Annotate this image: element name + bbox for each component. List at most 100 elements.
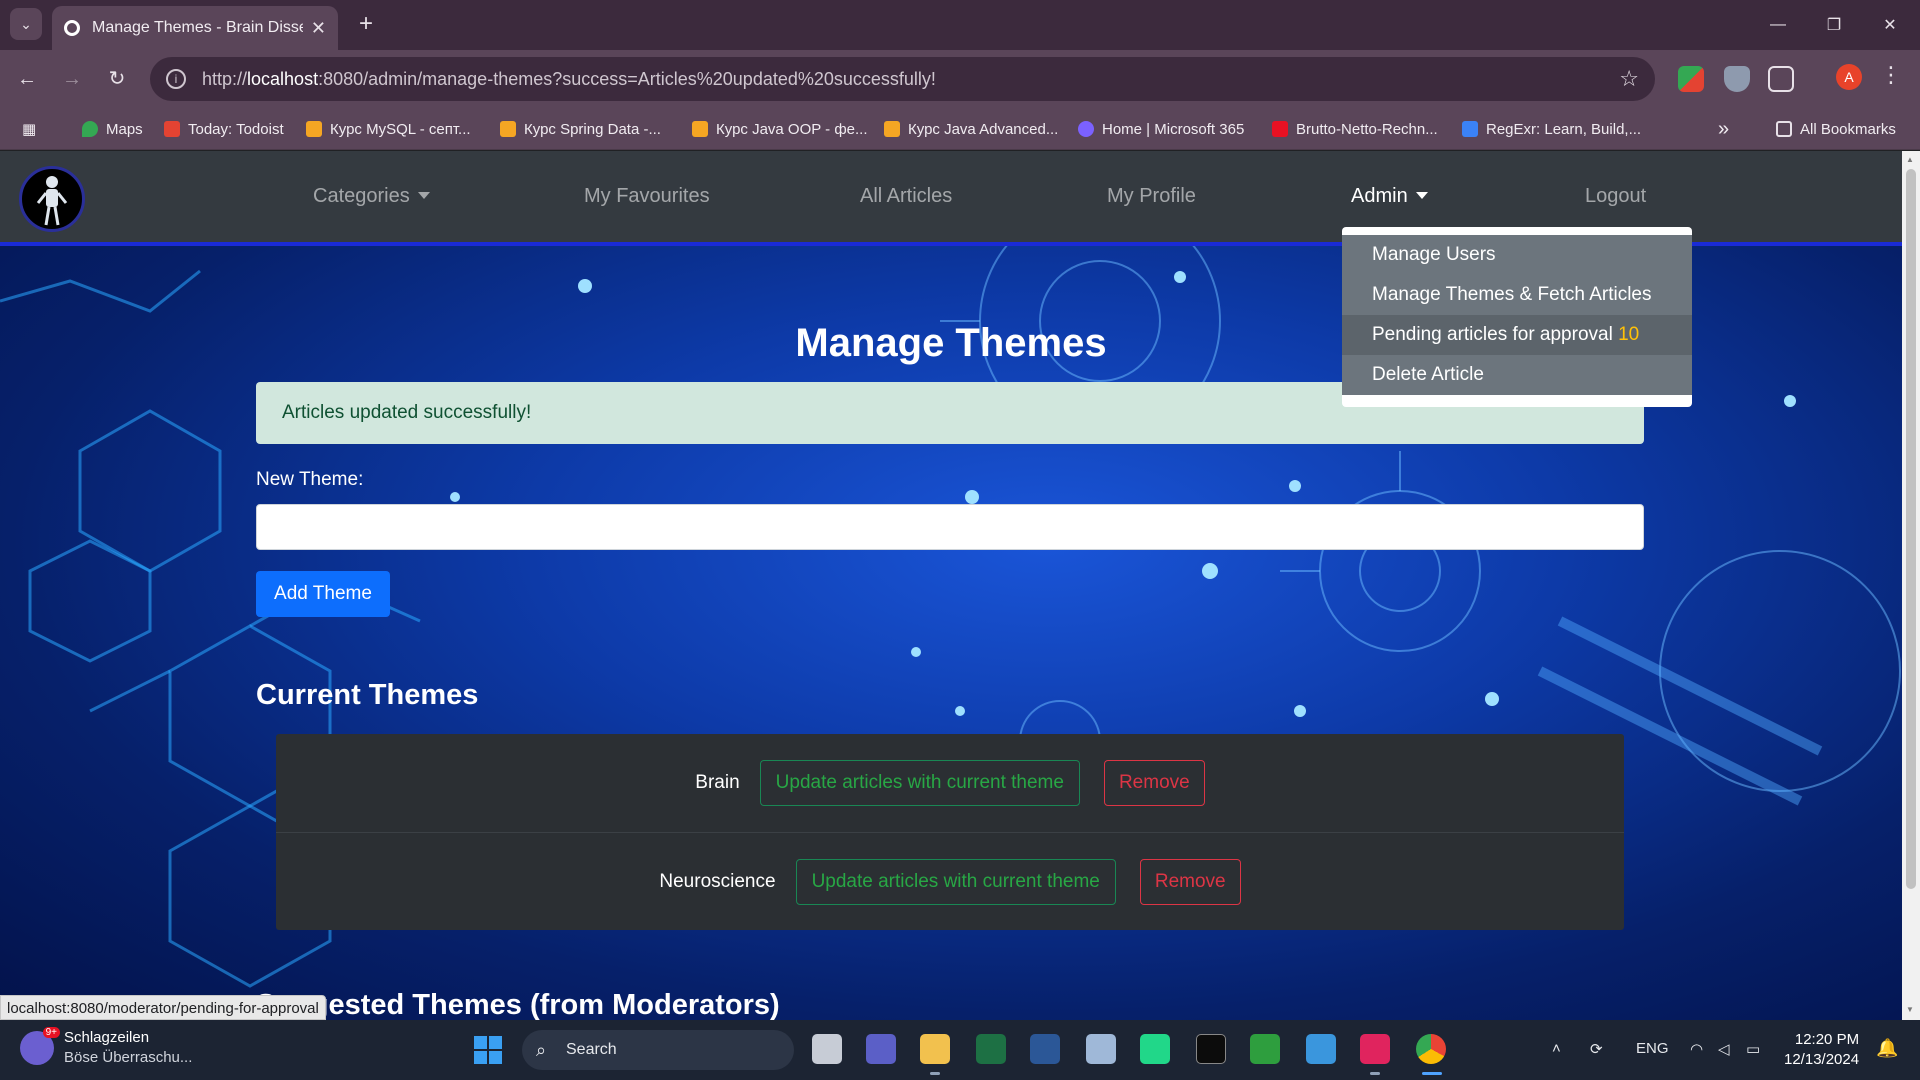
clock-time: 12:20 PM	[1794, 1031, 1860, 1048]
sync-icon[interactable]: ⟳	[1590, 1040, 1603, 1058]
scrollbar-thumb[interactable]	[1906, 169, 1916, 889]
menu-item-manage-themes[interactable]: Manage Themes & Fetch Articles	[1342, 275, 1692, 315]
nav-categories[interactable]: Categories	[313, 185, 430, 208]
chevron-down-icon	[417, 192, 430, 199]
site-info-icon[interactable]: i	[166, 69, 186, 89]
wifi-icon[interactable]: ◠	[1690, 1040, 1703, 1058]
bookmark-spring-data[interactable]: Курс Spring Data -...	[500, 118, 661, 140]
excel-icon[interactable]	[976, 1034, 1006, 1064]
word-icon[interactable]	[1030, 1034, 1060, 1064]
all-bookmarks[interactable]: All Bookmarks	[1776, 118, 1896, 140]
browser-toolbar: ← → ↻ i http://localhost:8080/admin/mana…	[0, 50, 1920, 108]
teams-icon[interactable]	[866, 1034, 896, 1064]
bookmark-microsoft-365[interactable]: Home | Microsoft 365	[1078, 118, 1244, 140]
tab-search-button[interactable]: ⌄	[10, 8, 42, 40]
clock-date: 12/13/2024	[1784, 1051, 1860, 1068]
shield-extension-icon[interactable]	[1724, 66, 1750, 92]
tab-title: Manage Themes - Brain Dissect	[92, 19, 303, 36]
file-explorer-icon[interactable]	[920, 1034, 950, 1064]
robot-figure-icon	[36, 176, 68, 226]
add-theme-button[interactable]: Add Theme	[256, 571, 390, 617]
news-text: Schlagzeilen Böse Überraschu...	[64, 1028, 192, 1068]
tab-close-icon[interactable]: ✕	[311, 18, 326, 39]
notification-bell-icon[interactable]: 🔔	[1876, 1038, 1898, 1059]
theme-name: Neuroscience	[659, 870, 776, 892]
menu-item-pending-articles[interactable]: Pending articles for approval 10	[1342, 315, 1692, 355]
tray-overflow-icon[interactable]: ˄	[1552, 1040, 1561, 1057]
bookmark-maps[interactable]: Maps	[82, 118, 143, 140]
running-indicator	[1370, 1072, 1380, 1075]
update-articles-button[interactable]: Update articles with current theme	[795, 858, 1116, 905]
news-title: Schlagzeilen	[64, 1029, 150, 1046]
bookmark-java-advanced[interactable]: Курс Java Advanced...	[884, 118, 1058, 140]
back-icon[interactable]: ←	[12, 64, 42, 94]
suggested-themes-heading: Suggested Themes (from Moderators)	[256, 989, 780, 1020]
news-widget[interactable]: 9+ Schlagzeilen Böse Überraschu...	[20, 1027, 192, 1068]
bookmark-regexr[interactable]: RegExr: Learn, Build,...	[1462, 118, 1641, 140]
new-tab-button[interactable]: +	[352, 10, 380, 38]
language-indicator[interactable]: ENG	[1636, 1040, 1669, 1057]
folder-icon	[1776, 121, 1792, 137]
new-theme-input[interactable]	[256, 504, 1644, 550]
search-icon: ⌕	[536, 1040, 547, 1060]
minimize-icon[interactable]: —	[1750, 0, 1806, 50]
profile-avatar[interactable]: A	[1836, 64, 1862, 90]
bookmarks-overflow-icon[interactable]: »	[1718, 118, 1729, 140]
course-icon	[692, 121, 708, 137]
news-icon: 9+	[20, 1027, 60, 1065]
nav-my-favourites[interactable]: My Favourites	[584, 185, 710, 208]
tab-favicon-icon	[64, 20, 80, 36]
reload-icon[interactable]: ↻	[102, 64, 132, 94]
menu-item-manage-users[interactable]: Manage Users	[1342, 235, 1692, 275]
volume-icon[interactable]: ◁	[1718, 1040, 1730, 1058]
remove-theme-button[interactable]: Remove	[1103, 760, 1205, 806]
taskbar-search[interactable]: ⌕ Search	[522, 1030, 794, 1070]
address-bar[interactable]: i http://localhost:8080/admin/manage-the…	[150, 57, 1655, 101]
apps-grid-icon[interactable]: ▦	[22, 118, 36, 140]
bookmark-java-oop[interactable]: Курс Java OOP - фе...	[692, 118, 868, 140]
bookmarks-bar: ▦ Maps Today: Todoist Курс MySQL - септ.…	[0, 108, 1920, 150]
bookmark-todoist[interactable]: Today: Todoist	[164, 118, 284, 140]
pending-count-badge: 10	[1618, 324, 1640, 345]
site-logo[interactable]	[19, 166, 85, 232]
calculator-icon	[1272, 121, 1288, 137]
page-viewport: Categories My Favourites All Articles My…	[0, 151, 1902, 1020]
battery-icon[interactable]: ▭	[1746, 1040, 1760, 1058]
scroll-down-icon[interactable]: ▼	[1906, 1005, 1914, 1014]
pycharm-icon[interactable]	[1140, 1034, 1170, 1064]
active-tab[interactable]: Manage Themes - Brain Dissect ✕	[52, 6, 338, 50]
course-icon	[306, 121, 322, 137]
nav-logout[interactable]: Logout	[1585, 185, 1646, 208]
page-scrollbar[interactable]: ▲ ▼	[1902, 151, 1920, 1020]
update-articles-button[interactable]: Update articles with current theme	[759, 760, 1080, 806]
scroll-up-icon[interactable]: ▲	[1906, 155, 1914, 164]
lock-app-icon[interactable]	[1250, 1034, 1280, 1064]
extensions-puzzle-icon[interactable]	[1768, 66, 1794, 92]
restore-icon[interactable]: ❐	[1806, 0, 1862, 50]
remove-theme-button[interactable]: Remove	[1139, 858, 1241, 905]
news-subtitle: Böse Überraschu...	[64, 1049, 193, 1066]
bookmark-brutto-netto[interactable]: Brutto-Netto-Rechn...	[1272, 118, 1438, 140]
terminal-icon[interactable]	[1196, 1034, 1226, 1064]
start-icon[interactable]	[474, 1036, 502, 1064]
browser-menu-icon[interactable]: ⋮	[1880, 62, 1902, 88]
close-window-icon[interactable]: ✕	[1862, 0, 1918, 50]
bookmark-mysql[interactable]: Курс MySQL - септ...	[306, 118, 471, 140]
forward-icon[interactable]: →	[57, 64, 87, 94]
photos-icon[interactable]	[1086, 1034, 1116, 1064]
task-view-icon[interactable]	[812, 1034, 842, 1064]
regexr-icon	[1462, 121, 1478, 137]
nav-my-profile[interactable]: My Profile	[1107, 185, 1196, 208]
theme-row: Neuroscience Update articles with curren…	[276, 832, 1624, 930]
bookmark-star-icon[interactable]: ☆	[1619, 66, 1639, 92]
nav-all-articles[interactable]: All Articles	[860, 185, 952, 208]
nav-admin[interactable]: Admin	[1351, 185, 1428, 208]
extension-icon[interactable]	[1678, 66, 1704, 92]
chrome-icon[interactable]	[1416, 1034, 1446, 1064]
system-clock[interactable]: 12:20 PM 12/13/2024	[1784, 1030, 1859, 1070]
intellij-icon[interactable]	[1360, 1034, 1390, 1064]
menu-item-delete-article[interactable]: Delete Article	[1342, 355, 1692, 395]
url-path: :8080/admin/manage-themes?success=Articl…	[318, 68, 936, 89]
running-indicator	[930, 1072, 940, 1075]
notepad-icon[interactable]	[1306, 1034, 1336, 1064]
